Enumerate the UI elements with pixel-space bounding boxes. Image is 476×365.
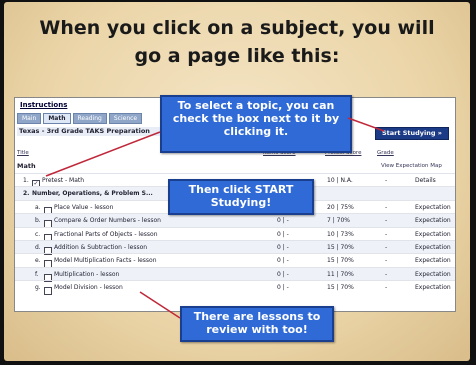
tab-math[interactable]: Math bbox=[43, 113, 71, 124]
row-grade: - bbox=[385, 257, 388, 265]
table-row[interactable]: g. Model Division - lesson 15 | 70% - Expect… bbox=[15, 280, 455, 296]
table-row[interactable]: f. Multiplication - lesson 11 | 70% - Expect… bbox=[15, 266, 455, 282]
callout-start-studying: Then click START Studying! bbox=[168, 179, 314, 215]
tab-science[interactable]: Science bbox=[108, 113, 143, 124]
row-action-link[interactable]: Details bbox=[415, 177, 436, 184]
row-action-link[interactable]: Expectation bbox=[415, 271, 451, 278]
view-expectation-map-link[interactable]: View Expectation Map bbox=[381, 163, 442, 169]
row-pretest-placeholder: 0 | - bbox=[277, 257, 289, 265]
row-grade: - bbox=[385, 230, 388, 238]
row-grade: - bbox=[385, 177, 388, 184]
checkbox-icon bbox=[44, 287, 52, 296]
row-grade: - bbox=[385, 203, 388, 211]
tab-reading[interactable]: Reading bbox=[72, 113, 107, 124]
table-row[interactable]: e. Model Multiplication Facts - lesson 15 … bbox=[15, 253, 455, 269]
row-label[interactable]: Place Value - lesson bbox=[54, 204, 113, 211]
row-pretest-placeholder: 0 | - bbox=[277, 244, 289, 251]
row-label[interactable]: Number, Operations, & Problem S... bbox=[32, 190, 153, 197]
row-number: b. bbox=[35, 217, 41, 225]
row-label[interactable]: Pretest - Math bbox=[42, 177, 84, 184]
subject-tabs: Main Math Reading Science bbox=[17, 113, 143, 124]
row-label[interactable]: Multiplication - lesson bbox=[54, 271, 119, 278]
row-items-score: 7 | 70% bbox=[327, 217, 350, 225]
instructions-link[interactable]: Instructions bbox=[17, 101, 70, 110]
column-header-title[interactable]: Title bbox=[17, 150, 29, 156]
row-number: g. bbox=[35, 284, 41, 292]
row-number: e. bbox=[35, 257, 41, 265]
row-grade: - bbox=[385, 284, 388, 292]
row-pretest-placeholder: 0 | - bbox=[277, 270, 289, 278]
row-number: 2. bbox=[23, 190, 30, 198]
row-pretest-placeholder: 0 | - bbox=[277, 284, 289, 292]
row-number: c. bbox=[35, 230, 41, 238]
row-label[interactable]: Compare & Order Numbers - lesson bbox=[54, 217, 161, 224]
row-grade: - bbox=[385, 217, 388, 225]
row-action-link[interactable]: Expectation bbox=[415, 257, 451, 264]
row-number: a. bbox=[35, 203, 41, 211]
row-items-score: 15 | 70% bbox=[327, 244, 354, 251]
table-row[interactable]: b. Compare & Order Numbers - lesson 7 | 70… bbox=[15, 213, 455, 229]
callout-lessons: There are lessons to review with too! bbox=[180, 306, 334, 342]
table-row[interactable]: c. Fractional Parts of Objects - lesson 10… bbox=[15, 226, 455, 242]
row-action-link[interactable]: Expectation bbox=[415, 284, 451, 291]
row-label[interactable]: Addition & Subtraction - lesson bbox=[54, 244, 147, 251]
row-items-score: 11 | 70% bbox=[327, 270, 354, 278]
course-subheading: Texas - 3rd Grade TAKS Preparation bbox=[17, 127, 169, 136]
row-action-link[interactable]: Expectation bbox=[415, 217, 451, 224]
row-items-score: 20 | 75% bbox=[327, 203, 354, 211]
row-number: 1. bbox=[23, 177, 29, 184]
row-action-link[interactable]: Expectation bbox=[415, 244, 451, 251]
callout-select-topic: To select a topic, you can check the box… bbox=[160, 95, 352, 153]
start-studying-button[interactable]: Start Studying » bbox=[374, 127, 449, 140]
row-items-score: 15 | 70% bbox=[327, 284, 354, 292]
row-pretest-placeholder: 0 | - bbox=[277, 217, 289, 225]
column-header-grade[interactable]: Grade bbox=[377, 150, 394, 156]
row-pretest-placeholder: 0 | - bbox=[277, 230, 289, 238]
row-items-score: 10 | 73% bbox=[327, 230, 354, 238]
row-items-score: 15 | 70% bbox=[327, 257, 354, 265]
row-grade: - bbox=[385, 244, 388, 251]
row-label[interactable]: Model Division - lesson bbox=[54, 284, 123, 291]
row-number: d. bbox=[35, 244, 41, 251]
row-items-score: 10 | N.A. bbox=[327, 177, 353, 184]
slide-title-line2: go a page like this: bbox=[134, 45, 340, 67]
tab-main[interactable]: Main bbox=[17, 113, 42, 124]
row-action-link[interactable]: Expectation bbox=[415, 231, 451, 238]
row-action-link[interactable]: Expectation bbox=[415, 204, 451, 211]
row-number: f. bbox=[35, 270, 39, 278]
row-label[interactable]: Model Multiplication Facts - lesson bbox=[54, 257, 157, 264]
slide-title-line1: When you click on a subject, you will bbox=[39, 17, 435, 39]
row-grade: - bbox=[385, 270, 388, 278]
row-label[interactable]: Fractional Parts of Objects - lesson bbox=[54, 231, 158, 238]
table-row[interactable]: d. Addition & Subtraction - lesson 15 | 70… bbox=[15, 240, 455, 255]
